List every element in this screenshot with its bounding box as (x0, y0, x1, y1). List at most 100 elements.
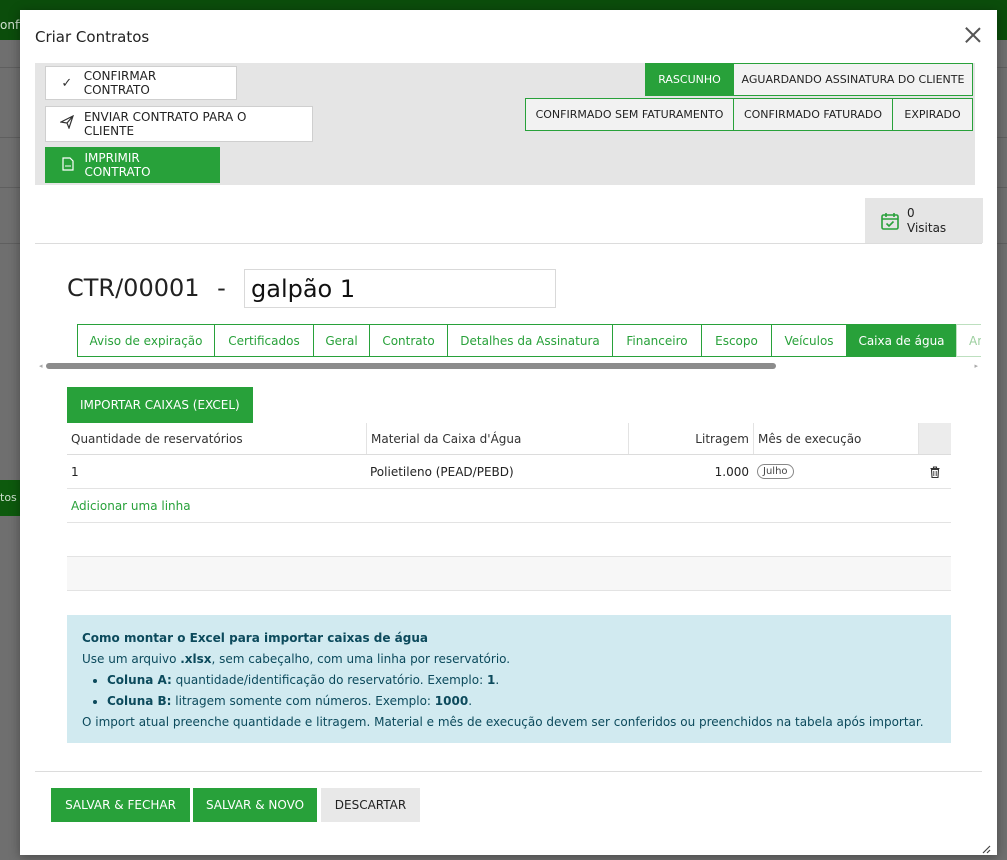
visits-label: Visitas (907, 220, 947, 235)
help-note: O import atual preenche quantidade e lit… (82, 715, 924, 729)
status-awaiting-signature[interactable]: AGUARDANDO ASSINATURA DO CLIENTE (733, 63, 973, 96)
send-icon (58, 114, 76, 133)
contract-action-bar: ✓ CONFIRMAR CONTRATO ENVIAR CONTRATO PAR… (35, 63, 975, 185)
save-new-button[interactable]: SALVAR & NOVO (193, 788, 317, 822)
tab-signature-details[interactable]: Detalhes da Assinatura (447, 324, 613, 357)
status-label: RASCUNHO (658, 73, 721, 86)
tab-financial[interactable]: Financeiro (612, 324, 702, 357)
scroll-left-icon[interactable]: ◂ (39, 362, 43, 370)
tab-label: Detalhes da Assinatura (460, 333, 600, 348)
scroll-right-icon[interactable]: ▸ (974, 362, 978, 370)
contract-code-value: CTR/00001 (67, 274, 200, 302)
tab-label: Geral (325, 333, 358, 348)
status-label: AGUARDANDO ASSINATURA DO CLIENTE (741, 73, 965, 86)
save-close-button[interactable]: SALVAR & FECHAR (51, 788, 190, 822)
help-columns-list: Coluna A: quantidade/identificação do re… (82, 670, 936, 712)
tab-general[interactable]: Geral (313, 324, 370, 357)
calendar-check-icon (881, 212, 899, 230)
print-contract-label: IMPRIMIR CONTRATO (84, 151, 151, 179)
tab-label: Financeiro (626, 333, 688, 348)
help-title: Como montar o Excel para importar caixas… (82, 631, 428, 645)
contract-code: CTR/00001 - (67, 274, 226, 302)
status-expired[interactable]: EXPIRADO (892, 98, 973, 131)
status-draft[interactable]: RASCUNHO (645, 63, 734, 96)
help-intro-text: , sem cabeçalho, com uma linha por reser… (211, 652, 511, 666)
list-item: Coluna B: litragem somente com números. … (107, 691, 936, 712)
cell-actions (918, 455, 951, 488)
tab-water-tank[interactable]: Caixa de água (846, 324, 957, 357)
close-icon[interactable] (961, 23, 985, 47)
contract-name-input[interactable] (244, 269, 556, 308)
save-close-label: SALVAR & FECHAR (65, 798, 176, 812)
background-side-text: tos (0, 491, 17, 504)
discard-button[interactable]: DESCARTAR (321, 788, 420, 822)
water-tank-table: Quantidade de reservatórios Material da … (67, 423, 951, 591)
import-tanks-button[interactable]: IMPORTAR CAIXAS (EXCEL) (67, 387, 253, 423)
header-divider (35, 243, 982, 244)
table-row-empty (67, 523, 951, 557)
add-line-link[interactable]: Adicionar uma linha (71, 499, 191, 513)
month-badge: Julho (757, 464, 794, 479)
column-header-material[interactable]: Material da Caixa d'Água (366, 423, 628, 454)
trash-icon[interactable] (930, 465, 940, 478)
tab-label: Escopo (715, 333, 758, 348)
tab-contract[interactable]: Contrato (369, 324, 448, 357)
check-icon: ✓ (61, 75, 73, 91)
confirm-contract-button[interactable]: ✓ CONFIRMAR CONTRATO (45, 66, 237, 100)
tab-label: Caixa de água (858, 333, 945, 348)
help-intro: Use um arquivo .xlsx, sem cabeçalho, com… (82, 649, 936, 670)
table-row-empty (67, 557, 951, 591)
background-side-tab: tos (0, 480, 20, 516)
title-separator: - (217, 274, 226, 302)
send-contract-button[interactable]: ENVIAR CONTRATO PARA O CLIENTE (45, 106, 313, 142)
help-col-b-text: litragem somente com números. Exemplo: (171, 694, 435, 708)
help-col-a-label: Coluna A: (107, 673, 172, 687)
pdf-file-icon (59, 156, 76, 174)
list-item: Coluna A: quantidade/identificação do re… (107, 670, 936, 691)
help-punct: . (468, 694, 473, 708)
cell-month: Julho (753, 455, 918, 488)
confirm-contract-label: CONFIRMAR CONTRATO (83, 69, 157, 97)
resize-grip-icon[interactable] (981, 839, 991, 854)
excel-import-help: Como montar o Excel para importar caixas… (67, 615, 951, 743)
save-new-label: SALVAR & NOVO (205, 798, 305, 812)
help-col-b-example: 1000 (434, 694, 469, 708)
import-tanks-label: IMPORTAR CAIXAS (EXCEL) (80, 398, 240, 412)
table-header: Quantidade de reservatórios Material da … (67, 423, 951, 455)
cell-liters: 1.000 (714, 464, 749, 479)
tab-label: Aviso de expiração (89, 333, 203, 348)
visits-smart-button[interactable]: 0 Visitas (865, 198, 983, 243)
status-label: EXPIRADO (904, 108, 961, 121)
tab-overflow[interactable]: An (956, 324, 981, 357)
help-file-ext: .xlsx (180, 652, 212, 666)
discard-label: DESCARTAR (334, 798, 407, 812)
tab-certificates[interactable]: Certificados (214, 324, 314, 357)
print-contract-button[interactable]: IMPRIMIR CONTRATO (45, 147, 220, 183)
table-row[interactable]: 1 Polietileno (PEAD/PEBD) 1.000 Julho (67, 455, 951, 489)
tab-expiration-notice[interactable]: Aviso de expiração (77, 324, 215, 357)
help-col-b-label: Coluna B: (107, 694, 172, 708)
column-header-liters[interactable]: Litragem (628, 423, 753, 454)
tab-scope[interactable]: Escopo (701, 324, 772, 357)
tabs-scrollbar-thumb[interactable] (46, 363, 776, 369)
create-contract-dialog: Criar Contratos ✓ CONFIRMAR CONTRATO ENV… (20, 10, 997, 855)
tab-label: Contrato (382, 333, 435, 348)
notebook-tabs: Aviso de expiração Certificados Geral Co… (77, 324, 981, 357)
tab-label: An (969, 333, 981, 348)
status-confirmed-unbilled[interactable]: CONFIRMADO SEM FATURAMENTO (525, 98, 734, 131)
help-intro-text: Use um arquivo (82, 652, 181, 666)
column-header-quantity[interactable]: Quantidade de reservatórios (71, 423, 366, 454)
dialog-title: Criar Contratos (35, 28, 150, 46)
footer-divider (35, 771, 982, 772)
tab-label: Veículos (784, 333, 834, 348)
tab-vehicles[interactable]: Veículos (771, 324, 847, 357)
table-row-add: Adicionar uma linha (67, 489, 951, 523)
status-confirmed-billed[interactable]: CONFIRMADO FATURADO (733, 98, 893, 131)
column-header-actions (918, 423, 951, 454)
column-header-month[interactable]: Mês de execução (753, 423, 918, 454)
dialog-header: Criar Contratos (20, 10, 997, 62)
help-punct: . (495, 673, 500, 687)
tabs-scrollbar[interactable]: ◂ ▸ (39, 362, 978, 370)
send-contract-label: ENVIAR CONTRATO PARA O CLIENTE (83, 110, 247, 138)
tab-label: Certificados (228, 333, 300, 348)
